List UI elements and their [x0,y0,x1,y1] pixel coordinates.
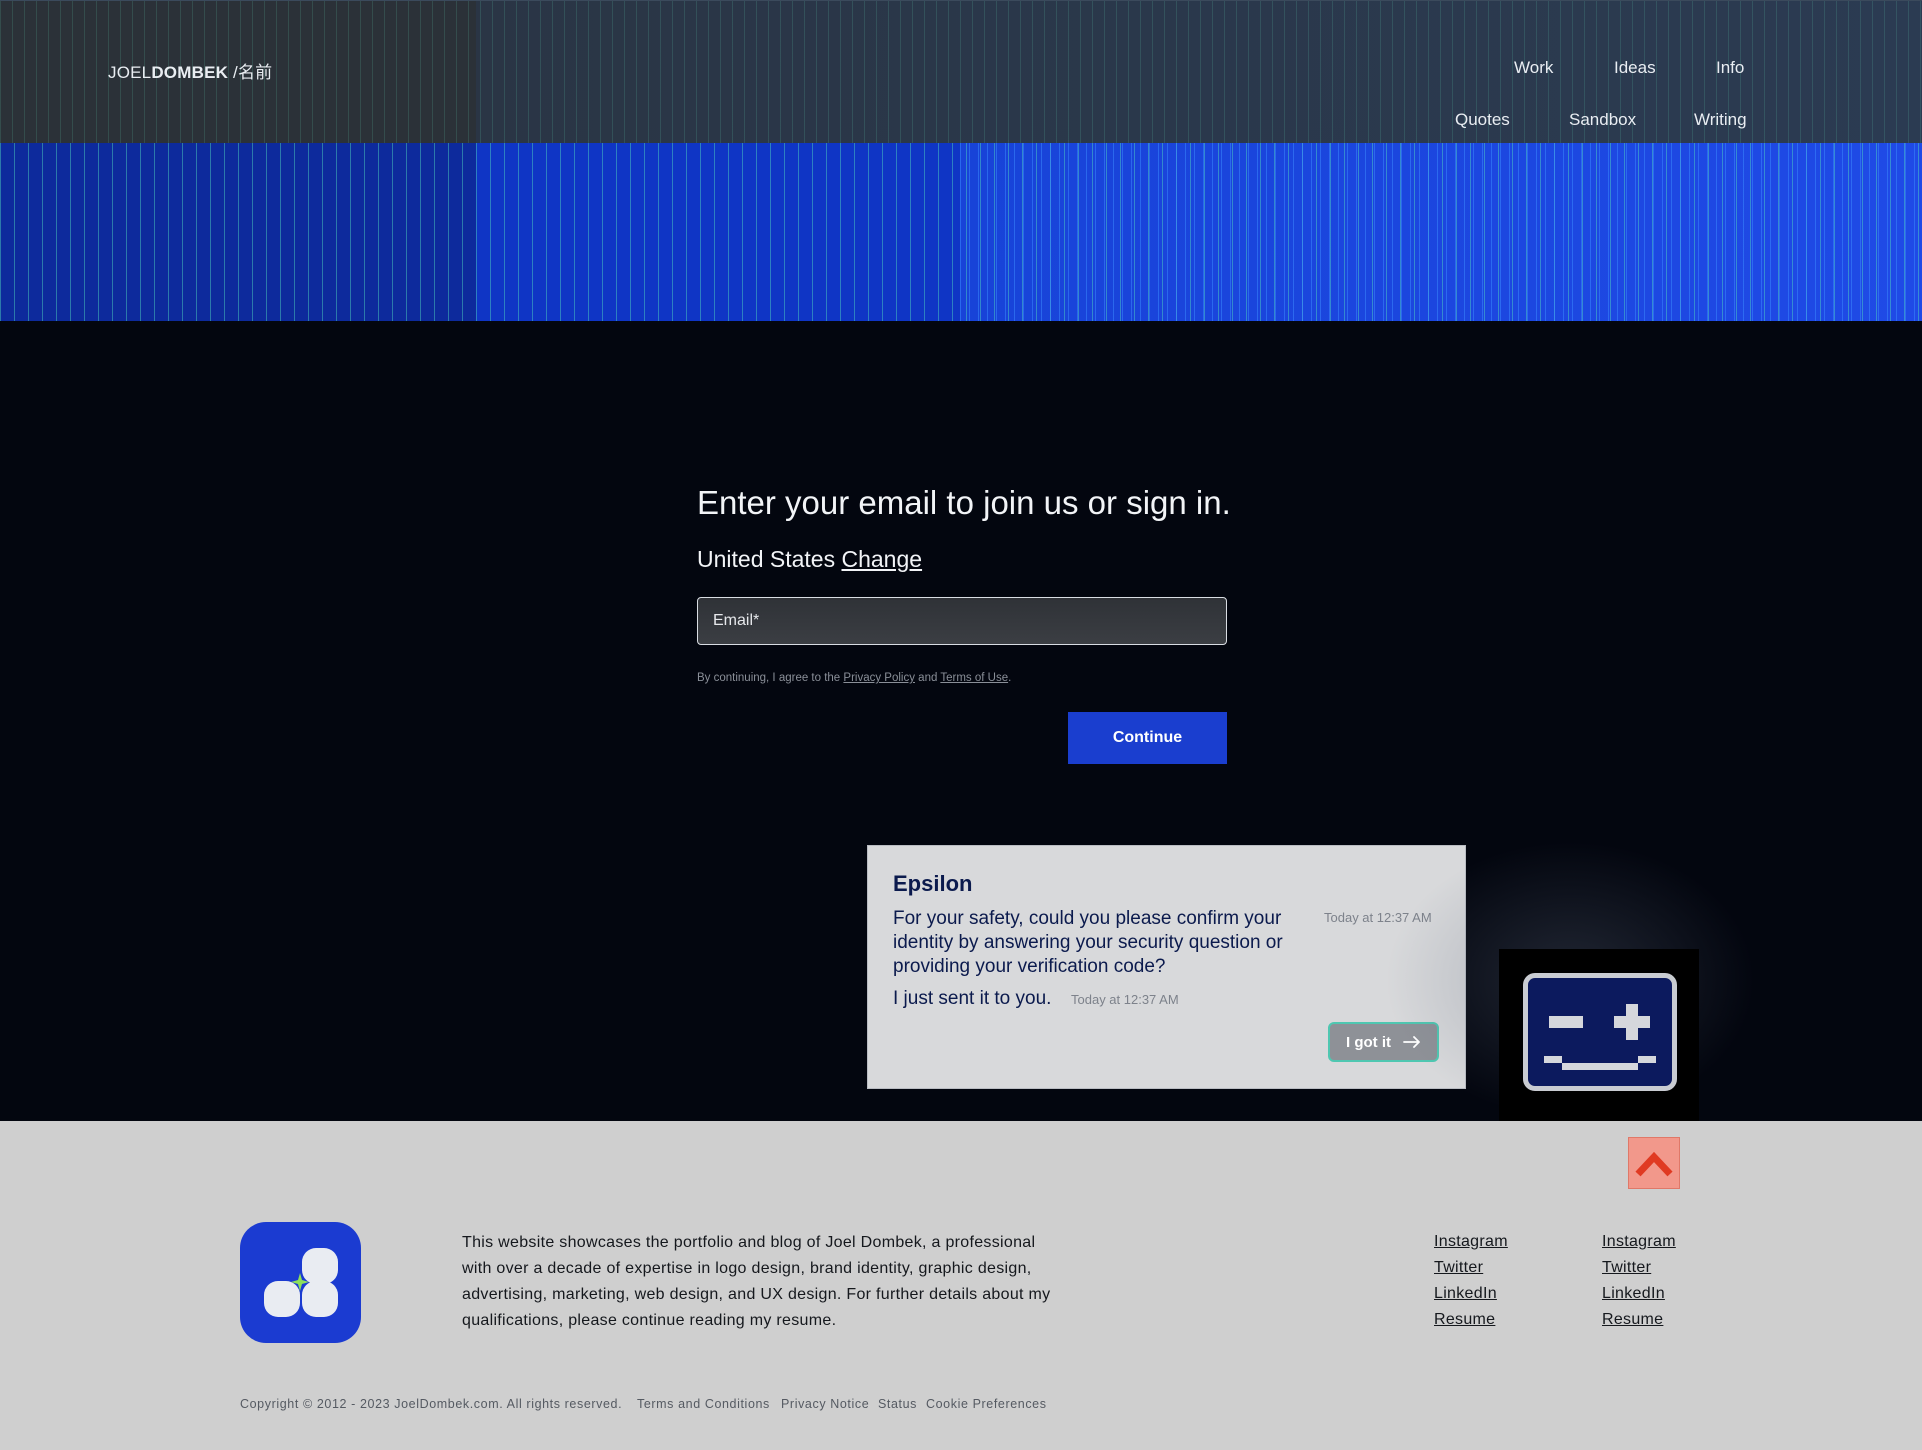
chevron-up-icon [1635,1151,1673,1177]
country-name: United States [697,546,836,572]
chat-sender-name: Epsilon [893,871,973,896]
brand-logo-text[interactable]: JOELDOMBEK /名前 [108,58,272,83]
footer-link-twitter[interactable]: Twitter [1602,1259,1651,1277]
terms-and-conditions-link[interactable]: Terms and Conditions [637,1397,770,1411]
footer-link-linkedin[interactable]: LinkedIn [1602,1285,1665,1303]
legal-prefix: By continuing, I agree to the [697,672,844,684]
footer-link-resume[interactable]: Resume [1602,1311,1663,1329]
nav-ideas[interactable]: Ideas [1614,58,1656,78]
legal-notice: By continuing, I agree to the Privacy Po… [697,672,1011,684]
legal-suffix: . [1008,672,1012,684]
privacy-policy-link[interactable]: Privacy Policy [843,672,915,684]
chat-message: For your safety, could you please confir… [893,908,1283,977]
country-row: United States Change [697,546,922,573]
nav-writing[interactable]: Writing [1694,110,1747,130]
chat-widget-launcher[interactable] [1499,949,1699,1121]
footer-link-linkedin[interactable]: LinkedIn [1434,1285,1497,1303]
continue-button[interactable]: Continue [1068,712,1227,764]
footer-link-twitter[interactable]: Twitter [1434,1259,1483,1277]
change-country-link[interactable]: Change [841,546,922,572]
privacy-notice-link[interactable]: Privacy Notice [781,1397,869,1411]
footer-link-instagram[interactable]: Instagram [1434,1233,1508,1251]
nav-info[interactable]: Info [1716,58,1744,78]
footer-link-resume[interactable]: Resume [1434,1311,1495,1329]
signin-title: Enter your email to join us or sign in. [697,484,1231,521]
footer-about-text: This website showcases the portfolio and… [462,1234,1051,1329]
hero-stripe-segment [960,143,1922,321]
copyright-text: Copyright © 2012 - 2023 JoelDombek.com. … [240,1397,623,1411]
chat-message: I just sent it to you. [893,988,1052,1009]
nav-sandbox[interactable]: Sandbox [1569,110,1636,130]
brand-suffix: /名前 [228,63,273,82]
status-link[interactable]: Status [878,1397,917,1411]
chat-timestamp: Today at 12:37 AM [1071,992,1179,1007]
hero-stripe-band [0,143,1922,321]
cookie-preferences-link[interactable]: Cookie Preferences [926,1397,1047,1411]
footer-link-instagram[interactable]: Instagram [1602,1233,1676,1251]
robot-face-icon [1523,973,1677,1091]
site-header: JOELDOMBEK /名前 Work Ideas Info Quotes Sa… [0,0,1922,144]
legal-and: and [914,672,941,684]
terms-of-use-link[interactable]: Terms of Use [940,672,1008,684]
back-to-top-button[interactable] [1628,1137,1680,1189]
nav-work[interactable]: Work [1514,58,1553,78]
clover-logo-icon[interactable] [240,1222,361,1343]
email-field[interactable] [697,597,1227,645]
nav-quotes[interactable]: Quotes [1455,110,1510,130]
brand-first: JOEL [108,63,152,82]
brand-last: DOMBEK [151,63,229,82]
